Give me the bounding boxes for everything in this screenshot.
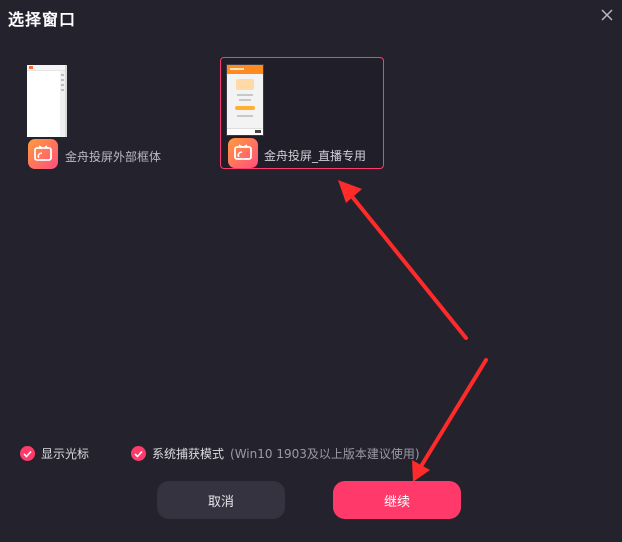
select-window-dialog: 选择窗口 金舟投屏外部框体 金舟投屏_直播专用 显示光标 系统捕获模式 (Win… — [0, 0, 622, 542]
check-icon — [20, 446, 35, 461]
arrow-to-window-icon — [338, 180, 468, 340]
cast-app-icon — [228, 138, 258, 168]
system-capture-label: 系统捕获模式 — [152, 447, 225, 461]
show-cursor-checkbox[interactable]: 显示光标 — [20, 445, 89, 462]
cancel-button[interactable]: 取消 — [157, 481, 285, 519]
system-capture-checkbox[interactable]: 系统捕获模式 (Win10 1903及以上版本建议使用) — [131, 445, 420, 462]
window-card-live-stream[interactable]: 金舟投屏_直播专用 — [220, 57, 384, 169]
arrow-to-continue-icon — [412, 358, 488, 482]
cast-app-icon — [28, 139, 58, 169]
window-label: 金舟投屏外部框体 — [65, 150, 162, 164]
window-thumbnail — [226, 64, 264, 136]
window-card-external-frame[interactable]: 金舟投屏外部框体 — [22, 58, 186, 170]
continue-button[interactable]: 继续 — [333, 481, 461, 519]
system-capture-hint: (Win10 1903及以上版本建议使用) — [230, 447, 420, 461]
close-icon — [598, 6, 616, 24]
window-thumbnail — [27, 65, 67, 137]
close-button[interactable] — [598, 6, 616, 24]
check-icon — [131, 446, 146, 461]
window-label: 金舟投屏_直播专用 — [264, 149, 367, 163]
show-cursor-label: 显示光标 — [41, 447, 90, 461]
dialog-title: 选择窗口 — [8, 10, 77, 29]
